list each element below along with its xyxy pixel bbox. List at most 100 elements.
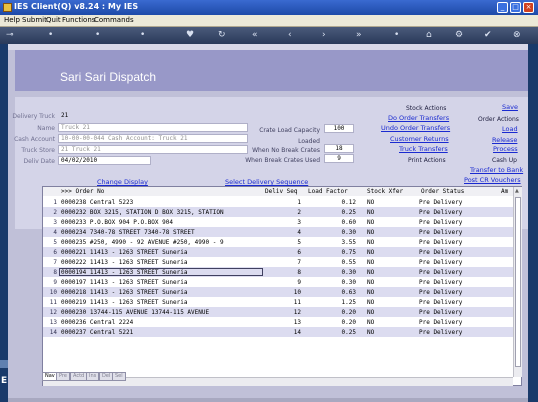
orders-table: >>> Order No Deliv Seq Load Factor Stock… [42,186,522,386]
column-header[interactable]: Load Factor [308,188,348,195]
status-cell: Pre Delivery [419,219,463,226]
status-cell: Pre Delivery [419,209,463,216]
settings-icon[interactable]: ⚙ [455,30,463,40]
do-order-transfers-link[interactable]: Do Order Transfers [388,114,449,122]
tab-ins[interactable]: Ins [86,372,100,381]
change-display-link[interactable]: Change Display [97,178,148,186]
seq-cell: 13 [293,319,301,326]
order-cell: 0000235 #250, 4990 - 92 AVENUE #250, 499… [61,239,224,246]
order-actions-label: Order Actions [478,116,519,123]
truck-transfers-link[interactable]: Truck Transfers [399,145,448,153]
load-link[interactable]: Load [502,125,518,133]
table-row[interactable]: 13 0000236 Central 2224 13 0.20 NO Pre D… [43,317,513,327]
dot-icon[interactable]: • [140,30,145,40]
status-cell: Pre Delivery [419,299,463,306]
customer-returns-link[interactable]: Customer Returns [390,135,449,143]
rewind-icon[interactable]: « [252,30,258,40]
xfer-cell: NO [367,229,375,236]
table-row[interactable]: 7 0000222 11413 - 1263 STREET Suneria 7 … [43,257,513,267]
undo-order-transfers-link[interactable]: Undo Order Transfers [381,124,450,132]
maximize-button[interactable]: □ [510,2,521,13]
table-row[interactable]: 9 0000197 11413 - 1263 STREET Suneria 9 … [43,277,513,287]
key-icon[interactable]: ⊸ [6,30,14,40]
scroll-up-icon[interactable]: ▲ [515,188,521,194]
column-header[interactable]: >>> Order No [61,188,104,195]
close-button[interactable]: × [523,2,534,13]
table-row[interactable]: 2 0000232 BOX 3215, STATION D BOX 3215, … [43,207,513,217]
column-header[interactable]: Order Status [421,188,464,195]
back-icon[interactable]: ‹ [288,30,292,40]
post-cr-vouchers-link[interactable]: Post CR Vouchers [464,176,521,184]
table-row[interactable]: 6 0000221 11413 - 1263 STREET Suneria 6 … [43,247,513,257]
xfer-cell: NO [367,249,375,256]
deliv-date-field[interactable]: 04/02/2010 [58,156,151,165]
load-cell: 0.30 [341,279,356,286]
table-row[interactable]: 12 0000230 13744-115 AVENUE 13744-115 AV… [43,307,513,317]
check-icon[interactable]: ✔ [484,30,492,40]
order-cell: 0000236 Central 2224 [61,319,134,326]
dot-icon[interactable]: • [95,30,100,40]
status-bar [8,398,528,402]
row-number: 4 [53,229,57,236]
when-no-break-crates-field[interactable]: 18 [324,144,354,153]
table-row[interactable]: 3 0000233 P.O.BOX 904 P.O.BOX 904 3 0.60… [43,217,513,227]
menu-help[interactable]: Help [4,16,20,24]
table-row[interactable]: 5 0000235 #250, 4990 - 92 AVENUE #250, 4… [43,237,513,247]
row-number: 1 [53,199,57,206]
heart-icon[interactable]: ♥ [186,30,194,40]
table-row[interactable]: 4 0000234 7340-78 STREET 7340-78 STREET … [43,227,513,237]
table-row[interactable]: 11 0000219 11413 - 1263 STREET Suneria 1… [43,297,513,307]
title-bar: IES Client(Q) v8.24 : My IES _ □ × [0,0,538,15]
fast-forward-icon[interactable]: » [356,30,362,40]
load-cell: 0.25 [341,209,356,216]
save-link[interactable]: Save [502,103,518,111]
crate-load-capacity-field[interactable]: 100 [324,124,354,133]
forward-icon[interactable]: › [322,30,326,40]
name-field[interactable]: Truck 21 [58,123,248,132]
loaded-label: Loaded [298,138,320,145]
xfer-cell: NO [367,309,375,316]
process-link[interactable]: Process [493,145,518,153]
menu-commands[interactable]: Commands [94,16,134,24]
menu-quit[interactable]: Quit [46,16,61,24]
release-link[interactable]: Release [492,136,517,144]
tab-sel[interactable]: Sel [112,372,126,381]
stop-icon[interactable]: ⊗ [513,30,521,40]
table-row[interactable]: 1 0000238 Central 5223 1 0.12 NO Pre Del… [43,197,513,207]
tab-actd[interactable]: Actd [70,372,88,381]
main-panel: Sari Sari Dispatch Delivery Truck 21 Nam… [8,44,528,398]
page-header: Sari Sari Dispatch [15,50,528,91]
truck-store-field[interactable]: 21 Truck 21 [58,145,248,154]
row-number: 10 [49,289,57,296]
order-cell: 0000234 7340-78 STREET 7340-78 STREET [61,229,195,236]
xfer-cell: NO [367,209,375,216]
table-row[interactable]: 10 0000218 11413 - 1263 STREET Suneria 1… [43,287,513,297]
column-header[interactable]: Stock Xfer [367,188,403,195]
when-break-crates-used-field[interactable]: 9 [324,154,354,163]
column-header[interactable]: Am [501,188,508,195]
vertical-scrollbar[interactable]: ▲ [513,187,522,377]
table-row-selected[interactable]: 8 0000194 11413 - 1263 STREET Suneria 8 … [43,267,513,277]
side-tab[interactable] [0,360,8,368]
menu-submit[interactable]: Submit [22,16,47,24]
seq-cell: 9 [297,279,301,286]
cash-account-field[interactable]: 10-00-00-044 Cash Account: Truck 21 [58,134,248,143]
minimize-button[interactable]: _ [497,2,508,13]
dot-icon[interactable]: • [394,30,399,40]
xfer-cell: NO [367,219,375,226]
refresh-icon[interactable]: ↻ [218,30,226,40]
dot-icon[interactable]: • [48,30,53,40]
menu-functions[interactable]: Functions [62,16,95,24]
scroll-thumb[interactable] [515,197,521,367]
tab-pre[interactable]: Pre [56,372,70,381]
transfer-to-bank-link[interactable]: Transfer to Bank [470,166,523,174]
column-header[interactable]: Deliv Seq [265,188,298,195]
status-cell: Pre Delivery [419,269,463,276]
lock-icon[interactable]: ⌂ [426,30,432,40]
row-number: 3 [53,219,57,226]
select-delivery-sequence-link[interactable]: Select Delivery Sequence [225,178,308,186]
row-number: 13 [49,319,57,326]
table-row[interactable]: 14 0000237 Central 5221 14 0.25 NO Pre D… [43,327,513,337]
stock-actions-label: Stock Actions [406,105,447,112]
delivery-truck-field[interactable]: 21 [58,111,248,120]
